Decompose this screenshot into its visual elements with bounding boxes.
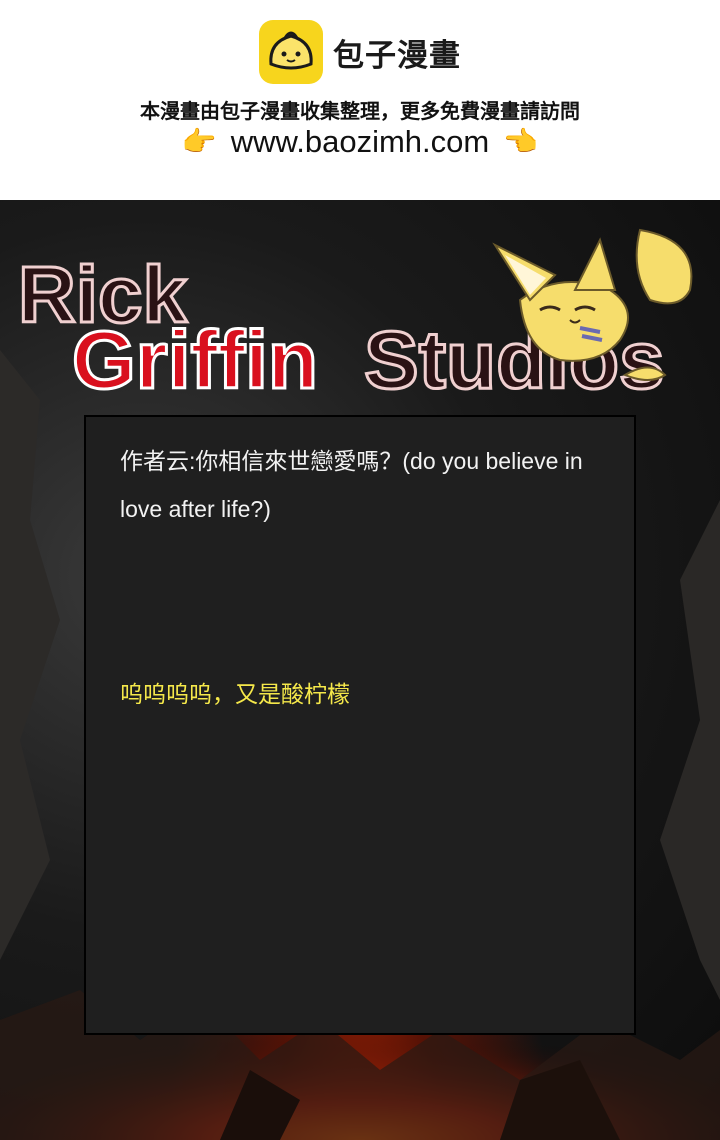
brand-row: 包子漫畫 xyxy=(0,20,720,84)
site-url-link[interactable]: www.baozimh.com xyxy=(231,124,489,160)
tagline: 本漫畫由包子漫畫收集整理，更多免費漫畫請訪問 xyxy=(140,99,580,123)
baozi-logo-icon xyxy=(259,20,323,84)
pointing-left-hand-icon: 👈 xyxy=(503,125,539,158)
logo-griffin-text: Griffin xyxy=(72,315,318,406)
reaction-text: 呜呜呜呜，又是酸柠檬 xyxy=(120,681,350,707)
rick-griffin-studios-logo: Rick Griffin Studios xyxy=(17,228,693,408)
pointing-right-hand-icon: 👉 xyxy=(181,125,217,158)
text-panel: 作者云:你相信來世戀愛嗎？(do you believe in love aft… xyxy=(84,415,636,1035)
comic-page: Rick Griffin Studios 作者云:你相信來世戀愛嗎？(do yo… xyxy=(0,200,720,1140)
author-note: 作者云:你相信來世戀愛嗎？(do you believe in love aft… xyxy=(120,448,583,522)
site-banner: 包子漫畫 本漫畫由包子漫畫收集整理，更多免費漫畫請訪問 👉 www.baozim… xyxy=(0,0,720,200)
url-row: 👉 www.baozimh.com 👈 xyxy=(0,124,720,160)
brand-name: 包子漫畫 xyxy=(333,37,461,74)
